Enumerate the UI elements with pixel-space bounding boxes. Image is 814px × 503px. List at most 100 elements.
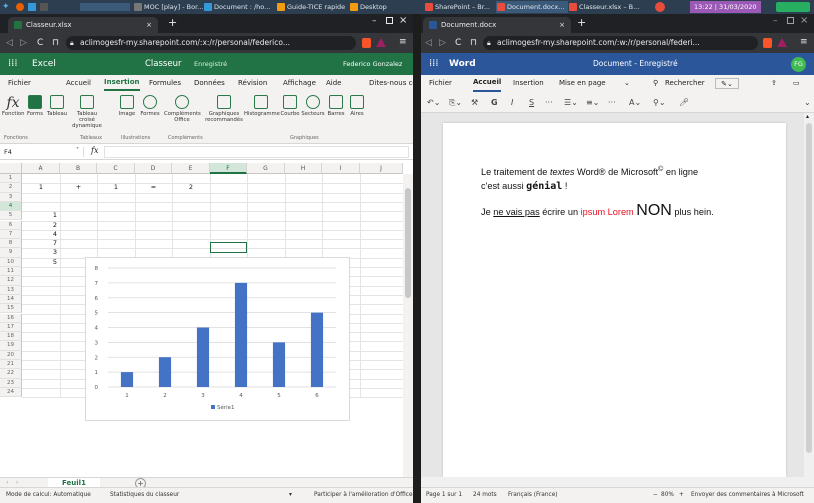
fx-icon[interactable]: fx: [91, 146, 98, 155]
chevron-down-icon[interactable]: ⌄: [624, 75, 630, 92]
column-header-g[interactable]: G: [247, 163, 285, 174]
menu-affichage[interactable]: Affichage: [283, 75, 316, 92]
word-user-avatar[interactable]: FG: [791, 57, 806, 72]
search-icon[interactable]: ⚲: [653, 75, 658, 92]
row-header-20[interactable]: 20: [0, 350, 22, 360]
row-header-14[interactable]: 14: [0, 294, 22, 305]
zoom-in-icon[interactable]: +: [679, 488, 684, 503]
word-horizontal-scrollbar[interactable]: [421, 477, 814, 487]
row-header-4[interactable]: 4: [0, 201, 22, 212]
bold-icon[interactable]: G: [491, 93, 498, 113]
taskbar-item-desktop[interactable]: Desktop: [349, 1, 411, 13]
maximize-icon[interactable]: [787, 17, 794, 24]
bullets-icon[interactable]: ☰⌄: [564, 93, 578, 113]
row-header-5[interactable]: 5: [0, 211, 22, 221]
document-page[interactable]: Le traitement de textes Word® de Microso…: [443, 123, 786, 477]
menu-fichier[interactable]: Fichier: [8, 75, 31, 92]
menu-revision[interactable]: Révision: [238, 75, 267, 92]
menu-accueil[interactable]: Accueil: [473, 75, 502, 92]
secteurs-button[interactable]: Secteurs: [301, 95, 325, 117]
selected-cell-f4[interactable]: [210, 242, 247, 253]
cell-a10[interactable]: 5: [22, 258, 57, 267]
column-header-b[interactable]: B: [60, 163, 97, 174]
format-painter-icon[interactable]: ⚒: [471, 93, 478, 113]
word-app-name[interactable]: Word: [449, 53, 476, 75]
menu-fichier[interactable]: Fichier: [429, 75, 452, 92]
row-header-19[interactable]: 19: [0, 341, 22, 351]
minimize-icon[interactable]: –: [372, 16, 377, 26]
zoom-out-icon[interactable]: −: [653, 488, 658, 503]
tableau-croise-button[interactable]: Tableau croisé dynamique: [69, 95, 105, 129]
row-header-9[interactable]: 9: [0, 248, 22, 258]
row-header-6[interactable]: 6: [0, 220, 22, 230]
tableau-button[interactable]: Tableau: [45, 95, 69, 117]
more-icon[interactable]: ···: [545, 93, 553, 113]
taskbar-item-classeur[interactable]: Classeur.xlsx – B...: [568, 1, 644, 13]
brave-shield-icon[interactable]: [362, 38, 371, 48]
column-header-i[interactable]: I: [322, 163, 360, 174]
styles-icon[interactable]: A⌄: [629, 93, 641, 113]
cell-a6[interactable]: 2: [22, 221, 57, 230]
row-header-21[interactable]: 21: [0, 360, 22, 370]
embedded-chart[interactable]: 0 1 2 3 4 5 6 7 8 1 2 3 4 5 6 Série1: [85, 257, 350, 421]
menu-mise-en-page[interactable]: Mise en page: [559, 75, 606, 92]
comments-icon[interactable]: ▭: [793, 75, 800, 92]
row-header-12[interactable]: 12: [0, 276, 22, 286]
minimize-icon[interactable]: –: [773, 16, 778, 26]
start-menu-icon[interactable]: ✦: [2, 2, 12, 12]
app-launcher-icon[interactable]: ⁞⁞⁞: [429, 53, 439, 75]
taskbar-item-guide-tice[interactable]: Guide-TICE rapide: [276, 1, 348, 13]
forms-button[interactable]: Forms: [25, 95, 45, 117]
dictate-icon[interactable]: 🎤︎: [679, 93, 689, 113]
menu-dites-nous[interactable]: Dites-nous ce: [369, 75, 413, 92]
column-header-j[interactable]: J: [360, 163, 403, 174]
cell-a8[interactable]: 7: [22, 239, 57, 248]
excel-doc-title[interactable]: Classeur: [145, 53, 181, 75]
row-header-23[interactable]: 23: [0, 378, 22, 388]
courbe-button[interactable]: Courbe: [279, 95, 301, 117]
word-browser-tab[interactable]: Document.docx ×: [423, 17, 571, 33]
system-tray[interactable]: [655, 2, 665, 12]
document-body[interactable]: Le traitement de textes Word® de Microso…: [481, 163, 771, 219]
row-header-17[interactable]: 17: [0, 322, 22, 333]
browser-menu-icon[interactable]: ≡: [800, 37, 808, 47]
column-header-c[interactable]: C: [97, 163, 135, 174]
cell-d2[interactable]: =: [135, 183, 172, 192]
close-tab-icon[interactable]: ×: [559, 17, 565, 33]
cell-c2[interactable]: 1: [97, 183, 135, 192]
status-dropdown-icon[interactable]: ▾: [289, 488, 292, 503]
brave-rewards-icon[interactable]: [777, 38, 787, 47]
scrollbar-thumb[interactable]: [405, 188, 411, 298]
workspace-switcher[interactable]: [80, 3, 130, 11]
reload-icon[interactable]: C: [455, 36, 461, 50]
taskbar-item-document-docx[interactable]: Document.docx...: [496, 1, 568, 13]
row-header-22[interactable]: 22: [0, 369, 22, 379]
name-box-dropdown-icon[interactable]: ˅: [76, 147, 79, 154]
maximize-icon[interactable]: [386, 17, 393, 24]
column-header-f[interactable]: F: [210, 163, 247, 174]
back-icon[interactable]: ◁: [6, 36, 13, 50]
rechercher-button[interactable]: Rechercher: [665, 75, 705, 92]
forward-icon[interactable]: ▷: [439, 36, 446, 50]
new-tab-button[interactable]: +: [168, 16, 177, 29]
menu-donnees[interactable]: Données: [194, 75, 225, 92]
back-icon[interactable]: ◁: [425, 36, 432, 50]
close-window-icon[interactable]: ×: [399, 15, 407, 26]
row-header-3[interactable]: 3: [0, 192, 22, 202]
menu-insertion[interactable]: Insertion: [513, 75, 544, 92]
bookmark-icon[interactable]: ⊓: [52, 36, 59, 50]
row-header-13[interactable]: 13: [0, 285, 22, 295]
word-address-bar[interactable]: 🔒︎ aclimogesfr-my.sharepoint.com/:w:/r/p…: [483, 36, 758, 50]
menu-accueil[interactable]: Accueil: [66, 75, 91, 92]
word-doc-title[interactable]: Document - Enregistré: [593, 53, 678, 75]
reload-icon[interactable]: C: [37, 36, 43, 50]
close-tab-icon[interactable]: ×: [146, 17, 152, 33]
cell-e2[interactable]: 2: [172, 183, 210, 192]
excel-browser-tab[interactable]: Classeur.xlsx ×: [8, 17, 158, 33]
column-header-d[interactable]: D: [135, 163, 172, 174]
row-header-10[interactable]: 10: [0, 257, 22, 267]
name-box[interactable]: F4: [4, 147, 84, 157]
feedback-link[interactable]: Participer à l'amélioration d'Office: [314, 488, 413, 503]
spreadsheet-grid[interactable]: ABCDEFGHIJ 1 2 3 4 5 6 7 8 9 10 11 12 13 14 15 16 17 18 19…: [0, 163, 413, 477]
close-window-icon[interactable]: ×: [800, 15, 808, 26]
